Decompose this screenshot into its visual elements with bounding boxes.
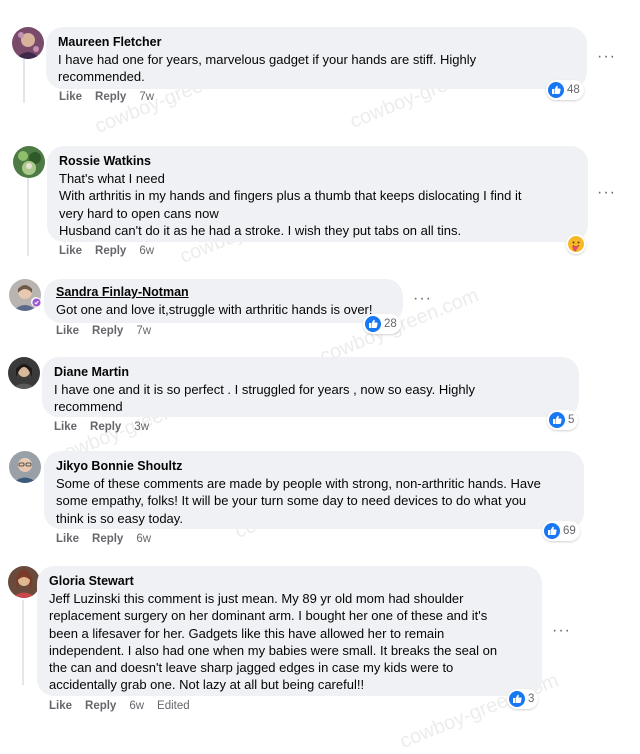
comment-actions: Like Reply 6w: [59, 245, 167, 257]
reply-button[interactable]: Reply: [92, 533, 123, 545]
comment-timestamp[interactable]: 6w: [129, 700, 144, 712]
reply-button[interactable]: Reply: [90, 421, 121, 433]
comment-timestamp[interactable]: 6w: [139, 245, 154, 257]
comment-bubble: Jikyo Bonnie Shoultz Some of these comme…: [44, 451, 584, 529]
avatar[interactable]: [13, 146, 45, 178]
comment-author[interactable]: Maureen Fletcher: [58, 34, 575, 51]
comment-bubble: Maureen Fletcher I have had one for year…: [46, 27, 587, 89]
edited-label: Edited: [157, 700, 190, 712]
reply-button[interactable]: Reply: [85, 700, 116, 712]
comment-text: That's what I need With arthritis in my …: [59, 171, 522, 238]
avatar[interactable]: [12, 27, 44, 59]
comment-text: I have one and it is so perfect . I stru…: [54, 382, 476, 415]
reaction-count: 5: [568, 414, 575, 426]
thread-line: [23, 58, 25, 103]
comment-text: Some of these comments are made by peopl…: [56, 476, 541, 526]
reaction-count: 3: [528, 693, 535, 705]
like-button[interactable]: Like: [59, 245, 82, 257]
more-options-button[interactable]: ···: [552, 623, 571, 639]
comment-timestamp[interactable]: 7w: [136, 325, 151, 337]
avatar[interactable]: [8, 566, 40, 598]
like-button[interactable]: Like: [59, 91, 82, 103]
more-options-button[interactable]: ···: [597, 185, 616, 201]
comment-author[interactable]: Jikyo Bonnie Shoultz: [56, 458, 572, 475]
like-button[interactable]: Like: [56, 533, 79, 545]
reply-button[interactable]: Reply: [92, 325, 123, 337]
comment-actions: Like Reply 3w: [54, 421, 162, 433]
reaction-count: 28: [384, 318, 397, 330]
comment-text: Jeff Luzinski this comment is just mean.…: [49, 591, 498, 693]
reply-button[interactable]: Reply: [95, 91, 126, 103]
reaction-badge[interactable]: 69: [542, 521, 580, 541]
like-reaction-icon: [509, 691, 525, 707]
like-button[interactable]: Like: [49, 700, 72, 712]
comment-timestamp[interactable]: 6w: [136, 533, 151, 545]
comment-author[interactable]: Gloria Stewart: [49, 573, 530, 590]
avatar[interactable]: [9, 451, 41, 483]
comment-actions: Like Reply 6w: [56, 533, 164, 545]
comment-actions: Like Reply 7w: [56, 325, 164, 337]
comment-author[interactable]: Rossie Watkins: [59, 153, 576, 170]
like-reaction-icon: [544, 523, 560, 539]
profile-badge: [31, 297, 41, 307]
thread-line: [22, 600, 24, 685]
comment-author[interactable]: Sandra Finlay-Notman: [56, 284, 391, 301]
reaction-count: 48: [567, 84, 580, 96]
comment-bubble: Rossie Watkins That's what I need With a…: [47, 146, 588, 242]
reaction-count: 69: [563, 525, 576, 537]
like-reaction-icon: [548, 82, 564, 98]
like-button[interactable]: Like: [56, 325, 79, 337]
comment-text: I have had one for years, marvelous gadg…: [58, 52, 477, 85]
comment-timestamp[interactable]: 7w: [139, 91, 154, 103]
avatar[interactable]: [8, 357, 40, 389]
comment-bubble: Sandra Finlay-Notman Got one and love it…: [44, 279, 403, 323]
thread-line: [27, 178, 29, 256]
reaction-badge[interactable]: 3: [507, 689, 539, 709]
more-options-button[interactable]: ···: [597, 49, 616, 65]
reaction-badge[interactable]: [566, 234, 586, 254]
reaction-badge[interactable]: 5: [547, 410, 579, 430]
reply-button[interactable]: Reply: [95, 245, 126, 257]
care-reaction-icon: [568, 236, 584, 252]
like-button[interactable]: Like: [54, 421, 77, 433]
comment-timestamp[interactable]: 3w: [134, 421, 149, 433]
comment-author[interactable]: Diane Martin: [54, 364, 567, 381]
comment-actions: Like Reply 6w Edited: [49, 700, 203, 712]
comment-actions: Like Reply 7w: [59, 91, 167, 103]
like-reaction-icon: [365, 316, 381, 332]
like-reaction-icon: [549, 412, 565, 428]
comment-bubble: Diane Martin I have one and it is so per…: [42, 357, 579, 417]
comment-text: Got one and love it,struggle with arthri…: [56, 302, 373, 317]
comment-bubble: Gloria Stewart Jeff Luzinski this commen…: [37, 566, 542, 696]
reaction-badge[interactable]: 28: [363, 314, 401, 334]
badge-icon: [31, 297, 41, 307]
reaction-badge[interactable]: 48: [546, 80, 584, 100]
more-options-button[interactable]: ···: [413, 291, 432, 307]
